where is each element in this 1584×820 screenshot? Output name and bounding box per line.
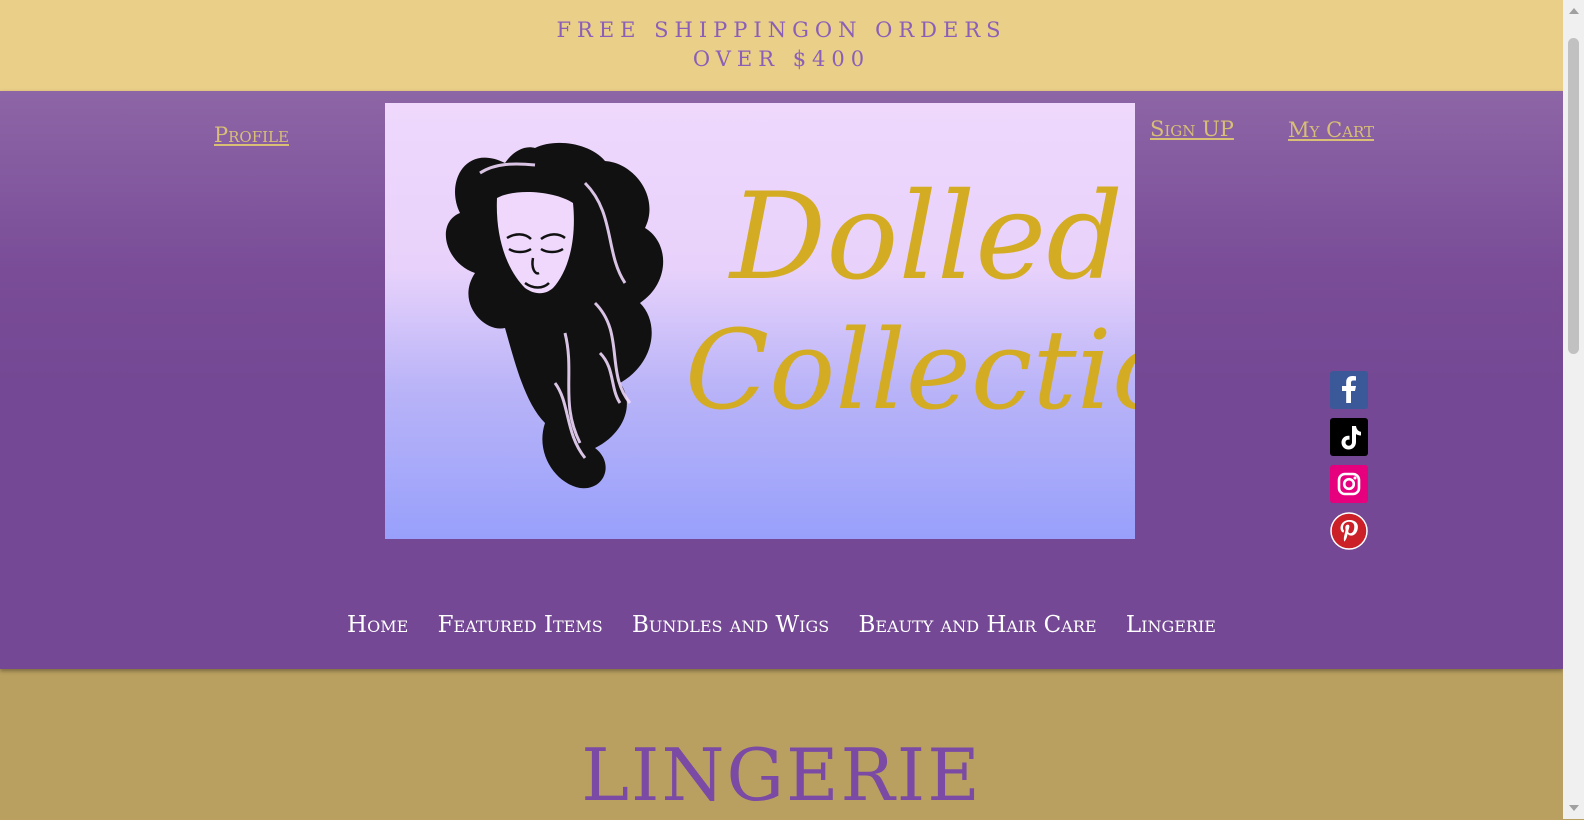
nav-item-bundles-and-wigs[interactable]: Bundles and Wigs xyxy=(632,612,829,638)
scroll-down-arrow-icon[interactable] xyxy=(1569,805,1579,811)
woman-silhouette-logo-icon: Dolled Collection xyxy=(445,142,1135,489)
logo-text-line-1: Dolled xyxy=(728,168,1123,307)
announcement-line-2: OVER $400 xyxy=(692,47,871,71)
main-nav: Home Featured Items Bundles and Wigs Bea… xyxy=(0,612,1563,638)
logo-text-line-2: Collection xyxy=(685,306,1135,434)
nav-item-lingerie[interactable]: Lingerie xyxy=(1126,612,1216,638)
facebook-icon[interactable] xyxy=(1330,371,1368,409)
scroll-up-arrow-icon[interactable] xyxy=(1569,8,1579,14)
profile-link[interactable]: Profile xyxy=(214,123,289,147)
scrollbar-thumb[interactable] xyxy=(1568,38,1579,354)
site-header: Profile Sign UP My Cart Dolled Collecti … xyxy=(0,91,1563,669)
signup-link[interactable]: Sign UP xyxy=(1150,117,1234,141)
announcement-bar: FREE SHIPPINGON ORDERS OVER $400 xyxy=(0,0,1563,91)
pinterest-icon[interactable] xyxy=(1330,512,1368,550)
nav-item-home[interactable]: Home xyxy=(347,612,408,638)
logo-banner[interactable]: Dolled Collection xyxy=(385,103,1135,539)
vertical-scrollbar[interactable] xyxy=(1563,0,1584,819)
my-cart-link[interactable]: My Cart xyxy=(1288,118,1374,142)
nav-item-featured-items[interactable]: Featured Items xyxy=(438,612,603,638)
instagram-icon[interactable] xyxy=(1330,465,1368,503)
tiktok-icon[interactable] xyxy=(1330,418,1368,456)
nav-item-beauty-and-hair-care[interactable]: Beauty and Hair Care xyxy=(859,612,1097,638)
announcement-line-1: FREE SHIPPINGON ORDERS xyxy=(556,18,1007,42)
page-title: LINGERIE xyxy=(581,733,982,817)
